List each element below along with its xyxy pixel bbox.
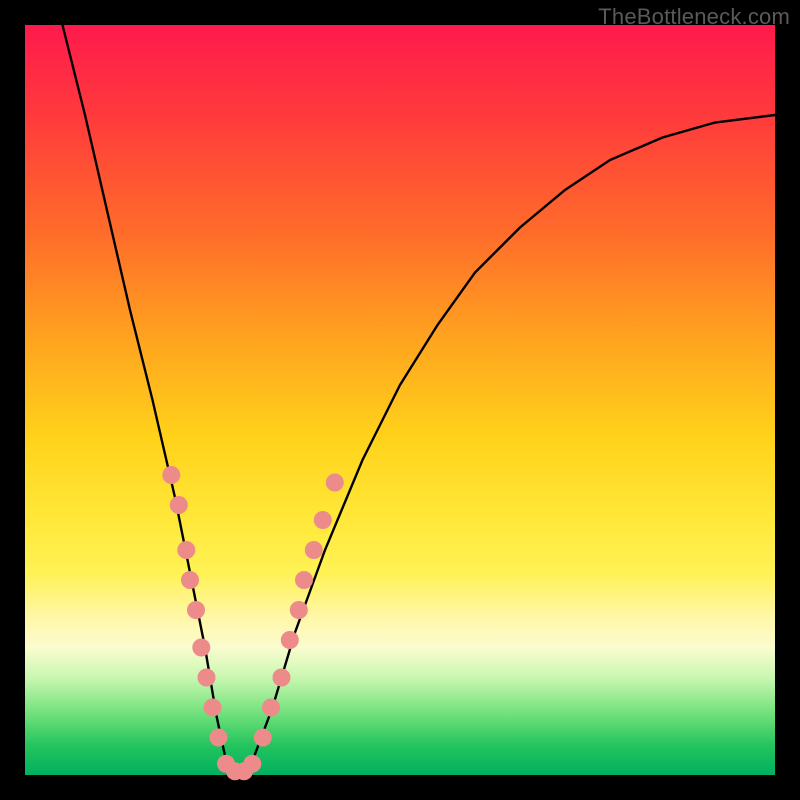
highlight-dot (187, 601, 205, 619)
highlight-dot (262, 699, 280, 717)
highlight-dot (181, 571, 199, 589)
highlight-dots (162, 466, 343, 780)
chart-frame: TheBottleneck.com (0, 0, 800, 800)
curve-svg (25, 25, 775, 775)
highlight-dot (273, 669, 291, 687)
highlight-dot (295, 571, 313, 589)
highlight-dot (290, 601, 308, 619)
highlight-dot (204, 699, 222, 717)
highlight-dot (305, 541, 323, 559)
highlight-dot (254, 729, 272, 747)
highlight-dot (243, 755, 261, 773)
highlight-dot (162, 466, 180, 484)
highlight-dot (281, 631, 299, 649)
bottleneck-curve (63, 25, 776, 775)
plot-area (25, 25, 775, 775)
highlight-dot (210, 729, 228, 747)
watermark-text: TheBottleneck.com (598, 4, 790, 30)
highlight-dot (192, 639, 210, 657)
highlight-dot (314, 511, 332, 529)
highlight-dot (170, 496, 188, 514)
highlight-dot (177, 541, 195, 559)
highlight-dot (198, 669, 216, 687)
highlight-dot (326, 474, 344, 492)
